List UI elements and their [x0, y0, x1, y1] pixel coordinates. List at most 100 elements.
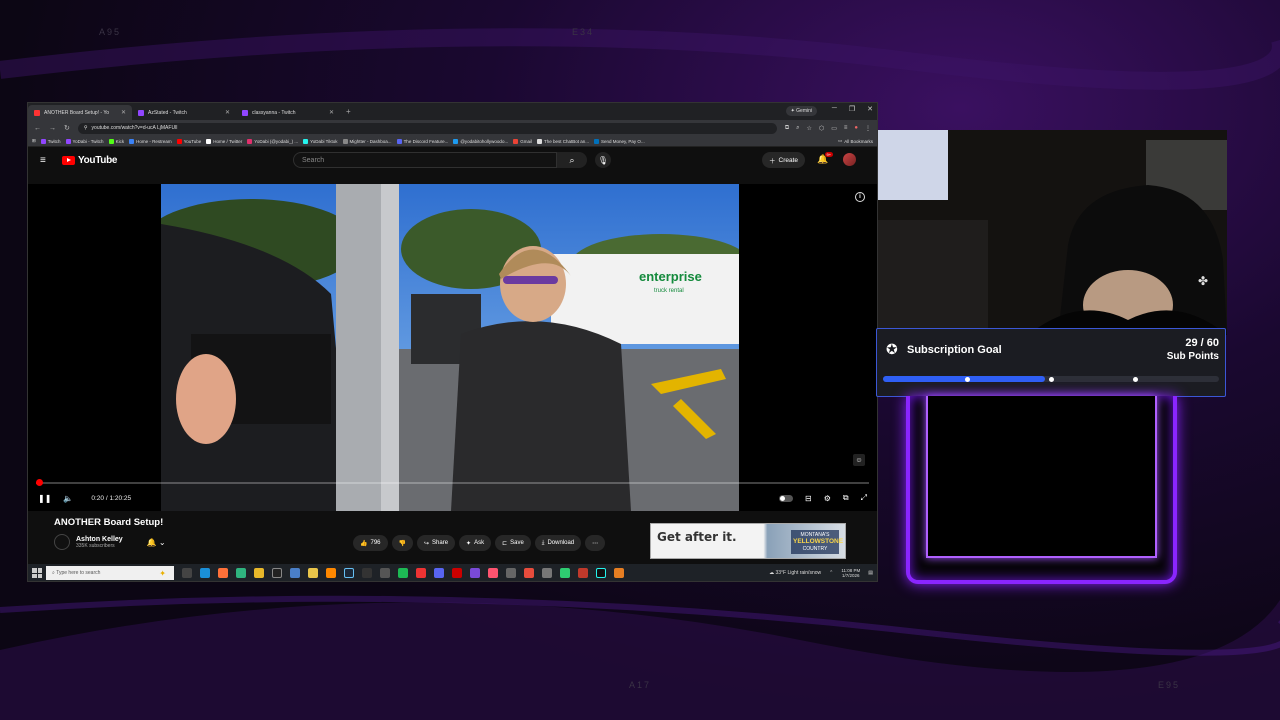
folder-icon[interactable]: [308, 568, 318, 578]
new-tab-button[interactable]: +: [340, 107, 357, 116]
minimize-icon[interactable]: ─: [832, 105, 837, 113]
bookmark-item[interactable]: Home - Restream: [129, 138, 172, 144]
back-icon[interactable]: ←: [34, 125, 41, 132]
bookmark-item[interactable]: Send Money, Pay O...: [594, 138, 645, 144]
bookmark-item[interactable]: Gmail: [513, 138, 532, 144]
youtube-logo[interactable]: YouTube: [62, 155, 118, 166]
app-icon[interactable]: [542, 568, 552, 578]
share-button[interactable]: ↪ Share: [416, 535, 456, 551]
maximize-icon[interactable]: ❐: [849, 105, 855, 113]
bookmark-item[interactable]: Mightter - Dashboa...: [342, 138, 392, 144]
miniplayer-icon[interactable]: ⧉: [843, 493, 849, 503]
chrome-icon[interactable]: [254, 568, 264, 578]
search-button[interactable]: ⌕: [557, 152, 587, 168]
extensions-icon[interactable]: ⬡: [819, 125, 824, 132]
channel-name[interactable]: Ashton Kelley: [76, 536, 123, 543]
voice-search-button[interactable]: 🎙: [595, 152, 611, 168]
tab-twitch-1[interactable]: AzStated - Twitch ✕: [132, 105, 236, 120]
banner-ad[interactable]: Get after it. MONTANA'S YELLOWSTONE COUN…: [650, 523, 846, 559]
dislike-button[interactable]: 👎: [391, 535, 413, 551]
volume-icon[interactable]: 🔈: [63, 494, 73, 503]
gemini-button[interactable]: ✦ Gemini: [785, 106, 817, 116]
autoplay-toggle[interactable]: [779, 494, 793, 502]
save-button[interactable]: ⊏ Save: [495, 535, 531, 551]
install-icon[interactable]: ⧉: [785, 125, 789, 132]
app-icon[interactable]: [560, 568, 570, 578]
tiktok-icon[interactable]: [596, 568, 606, 578]
task-view-icon[interactable]: [182, 568, 192, 578]
close-window-icon[interactable]: ✕: [867, 105, 873, 113]
all-bookmarks-button[interactable]: ▭ All Bookmarks: [838, 138, 873, 144]
forward-icon[interactable]: →: [49, 125, 56, 132]
subscribe-bell-button[interactable]: 🔔 ⌄: [147, 538, 166, 547]
download-button[interactable]: ⤓ Download: [534, 535, 582, 551]
emoji-reaction-icon[interactable]: ☺: [853, 454, 865, 466]
bookmark-item[interactable]: Home / Twitter: [206, 138, 242, 144]
captions-icon[interactable]: ⊟: [805, 494, 812, 503]
close-tab-icon[interactable]: ✕: [225, 109, 230, 116]
close-tab-icon[interactable]: ✕: [329, 109, 334, 116]
app-red-icon[interactable]: [416, 568, 426, 578]
reload-icon[interactable]: ↻: [64, 124, 70, 132]
app-icon[interactable]: [578, 568, 588, 578]
hamburger-menu-icon[interactable]: ≡: [40, 155, 54, 166]
more-vert-icon[interactable]: ⋮: [865, 125, 871, 132]
channel-avatar[interactable]: [54, 534, 70, 550]
bookmark-item[interactable]: YoDabi - Twitch: [65, 138, 104, 144]
search-input[interactable]: Search: [293, 152, 557, 168]
bookmark-item[interactable]: @yodabitohollywoodo...: [453, 138, 508, 144]
like-button[interactable]: 👍 796: [353, 535, 388, 551]
profile-icon[interactable]: ●: [854, 125, 858, 132]
vlc-icon[interactable]: [326, 568, 336, 578]
bookmark-item[interactable]: YoDabi Tiktok: [303, 138, 338, 144]
notification-center-icon[interactable]: ▤: [868, 570, 873, 576]
pause-icon[interactable]: ❚❚: [38, 494, 51, 503]
app-icon[interactable]: [488, 568, 498, 578]
close-tab-icon[interactable]: ✕: [121, 109, 126, 116]
taskbar-clock[interactable]: 11:08 PM 1/7/2026: [841, 568, 860, 578]
star-icon[interactable]: ☆: [807, 125, 812, 132]
more-actions-button[interactable]: ⋯: [585, 535, 606, 551]
tab-twitch-2[interactable]: classyanna - Twitch ✕: [236, 105, 340, 120]
menu-lines-icon[interactable]: ≡: [844, 125, 848, 132]
settings-gear-icon[interactable]: ⚙: [824, 494, 831, 503]
bookmark-item[interactable]: Twitch: [40, 138, 61, 144]
bookmark-item[interactable]: Kick: [108, 138, 124, 144]
site-info-icon[interactable]: ⚲: [84, 125, 88, 131]
apps-icon[interactable]: ⊞: [32, 138, 36, 144]
app-icon[interactable]: [614, 568, 624, 578]
zoom-icon[interactable]: ⌕: [796, 125, 799, 132]
settings-icon[interactable]: [506, 568, 516, 578]
pen-icon[interactable]: [470, 568, 480, 578]
bookmark-item[interactable]: The Discord Feature...: [396, 138, 448, 144]
calculator-icon[interactable]: [362, 568, 372, 578]
create-button[interactable]: ＋ Create: [762, 152, 806, 168]
obs-icon[interactable]: [272, 568, 282, 578]
account-avatar[interactable]: [843, 153, 856, 166]
video-frame[interactable]: enterprise truck rental: [161, 184, 739, 511]
fullscreen-icon[interactable]: ⤢: [861, 493, 867, 503]
info-icon[interactable]: i: [855, 192, 865, 202]
app-icon[interactable]: [452, 568, 462, 578]
weather-widget[interactable]: ☁ 33°F Light rain/snow: [769, 570, 821, 576]
ask-button[interactable]: ✦ Ask: [459, 535, 492, 551]
app-icon[interactable]: [380, 568, 390, 578]
bookmark-item[interactable]: YoDabi (@yodabi_) ...: [247, 138, 298, 144]
firefox-icon[interactable]: [218, 568, 228, 578]
globe-icon[interactable]: [290, 568, 300, 578]
app-icon[interactable]: [524, 568, 534, 578]
url-field[interactable]: ⚲ youtube.com/watch?v=d-ucA LjMAFUlI: [77, 122, 777, 134]
windows-start-icon[interactable]: [32, 568, 42, 578]
discord-icon[interactable]: [434, 568, 444, 578]
video-player[interactable]: enterprise truck rental i ☺ ❚❚ 🔈 0:20 / …: [28, 184, 877, 511]
edge-icon[interactable]: [200, 568, 210, 578]
bookmark-item[interactable]: YouTube: [176, 138, 201, 144]
spotify-icon[interactable]: [398, 568, 408, 578]
sidepanel-icon[interactable]: ▭: [831, 125, 837, 132]
edge-browser-icon[interactable]: [236, 568, 246, 578]
bookmark-item[interactable]: The best ChatBot an...: [536, 138, 589, 144]
steam-icon[interactable]: [344, 568, 354, 578]
tray-chevron-icon[interactable]: ⌃: [829, 570, 833, 576]
progress-bar[interactable]: [36, 479, 869, 486]
progress-scrubber[interactable]: [36, 479, 44, 486]
